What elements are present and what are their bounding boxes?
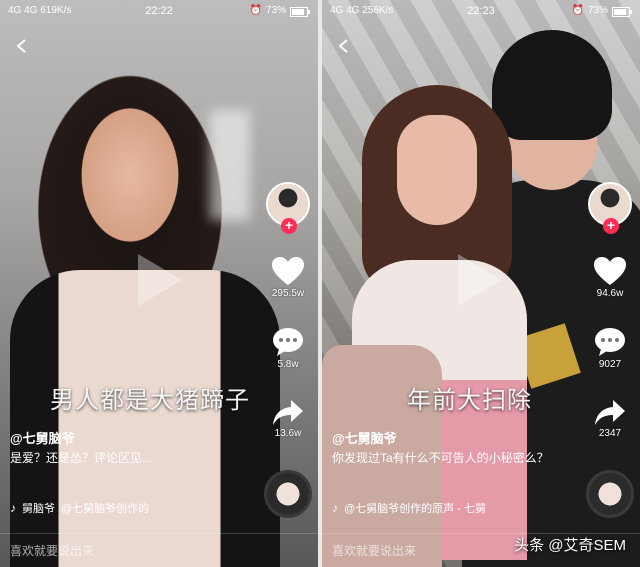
share-count: 2347 [598,428,622,439]
comment-count: 9027 [598,359,622,370]
battery-percent: 73% [587,5,608,16]
music-note-icon: ♪ [10,501,16,515]
music-name: 舅脑爷 [22,503,55,515]
author-name[interactable]: @七舅脑爷 [332,428,397,447]
author-name[interactable]: @七舅脑爷 [10,428,75,447]
action-column: + 295.5w 5.8w 13.6w [266,182,310,439]
play-icon[interactable] [458,254,502,306]
music-disc-icon[interactable] [264,470,312,518]
share-arrow-icon [595,400,625,425]
comment-button[interactable]: 9027 [588,327,632,370]
comment-bubble-icon [273,328,303,356]
battery-percent: 73% [265,5,286,16]
watermark: 头条 @艾奇SEM [514,537,626,554]
follow-plus-icon[interactable]: + [281,218,297,234]
alarm-icon: ⏰ [249,5,262,16]
music-info[interactable]: ♪ 舅脑爷 @七舅脑爷创作的 [10,500,149,516]
comment-bubble-icon [595,328,625,356]
like-count: 94.6w [596,288,624,299]
heart-icon [594,257,626,285]
status-bar: 4G 4G 619K/s 22:22 ⏰ 73% [0,0,318,22]
like-count: 295.5w [271,288,305,299]
battery-icon [290,7,310,17]
music-disc-icon[interactable] [586,470,634,518]
video-caption: 年前大扫除 [407,387,532,414]
follow-plus-icon[interactable]: + [603,218,619,234]
back-arrow-icon[interactable] [336,38,352,54]
music-info[interactable]: ♪ @七舅脑爷创作的原声 - 七舅 [332,500,486,516]
video-screen-left[interactable]: 4G 4G 619K/s 22:22 ⏰ 73% 男人都是大猪蹄子 + 295.… [0,0,318,567]
share-button[interactable]: 13.6w [266,398,310,439]
like-button[interactable]: 295.5w [266,256,310,299]
back-arrow-icon[interactable] [14,38,30,54]
alarm-icon: ⏰ [571,5,584,16]
comment-input[interactable]: 喜欢就要说出来 [0,533,318,567]
battery-icon [612,7,632,17]
status-bar: 4G 4G 256K/s 22:23 ⏰ 73% [322,0,640,22]
video-screen-right[interactable]: 4G 4G 256K/s 22:23 ⏰ 73% 年前大扫除 + 94.6w 9… [322,0,640,567]
music-note-icon: ♪ [332,501,338,515]
heart-icon [272,257,304,285]
video-description: 是爱？还是怂？评论区见... [10,451,153,465]
share-arrow-icon [273,400,303,425]
video-caption: 男人都是大猪蹄子 [50,387,250,414]
like-button[interactable]: 94.6w [588,256,632,299]
play-icon[interactable] [138,254,182,306]
share-count: 13.6w [274,428,302,439]
action-column: + 94.6w 9027 2347 [588,182,632,439]
author-avatar[interactable]: + [266,182,310,234]
music-detail: @七舅脑爷创作的原声 - 七舅 [344,503,486,515]
video-description: 你发现过Ta有什么不可告人的小秘密么？ [332,451,549,465]
author-avatar[interactable]: + [588,182,632,234]
comment-count: 5.8w [277,359,299,370]
music-detail: @七舅脑爷创作的 [61,503,150,515]
comment-button[interactable]: 5.8w [266,327,310,370]
share-button[interactable]: 2347 [588,398,632,439]
